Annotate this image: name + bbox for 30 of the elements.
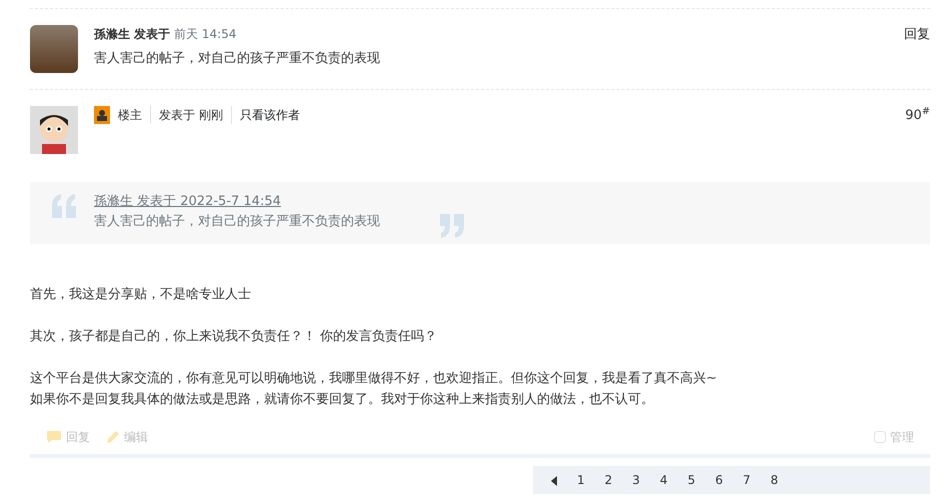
quote-author-link[interactable]: 孫滌生 发表于 2022-5-7 14:54 [94,192,281,212]
pencil-icon [106,430,120,444]
author-name[interactable]: 孫滌生 [94,27,130,41]
page-link[interactable]: 5 [678,466,706,494]
post-time: 前天 14:54 [174,27,236,41]
post-paragraph: 这个平台是供大家交流的，你有意见可以明确地说，我哪里做得不好，也欢迎指正。但你这个回复，我是看了真不高兴~ 如果你不是回复我具体的做法或是思路，就请你不要回复了。我对于你这种上来指责别人的做法，也不认可。 [30,370,718,409]
manage-checkbox[interactable] [874,431,886,443]
close-quote-icon [438,214,466,238]
owner-badge-icon [94,106,110,124]
page-link[interactable]: 2 [594,466,622,494]
floor-number: 90$^{#}$ [905,106,930,125]
speech-bubble-icon [46,430,62,444]
page-link[interactable]: 3 [622,466,650,494]
role-label: 楼主 [118,107,142,124]
quote-text: 害人害己的帖子，对自己的孩子严重不负责的表现 [94,212,380,230]
avatar-cartoon [30,106,78,154]
posted-time: 发表于 刚刚 [150,106,223,124]
open-quote-icon [50,194,78,218]
only-author-link[interactable]: 只看该作者 [230,106,300,124]
post-paragraph: 首先，我这是分享贴，不是啥专业人士 [30,286,252,304]
page-link[interactable]: 7 [732,466,760,494]
reply-text: 害人害己的帖子，对自己的孩子严重不负责的表现 [94,50,381,68]
page-link[interactable]: 6 [705,466,733,494]
avatar-photo-placeholder [30,25,78,73]
page-link[interactable]: 1 [567,466,595,494]
reply-link[interactable]: 回复 [904,25,930,44]
page-link[interactable]: 8 [760,466,788,494]
post-paragraph: 其次，孩子都是自己的，你上来说我不负责任？！ 你的发言负责任吗？ [30,328,438,346]
page-link[interactable]: 4 [650,466,678,494]
posted-label: 发表于 [134,27,170,41]
